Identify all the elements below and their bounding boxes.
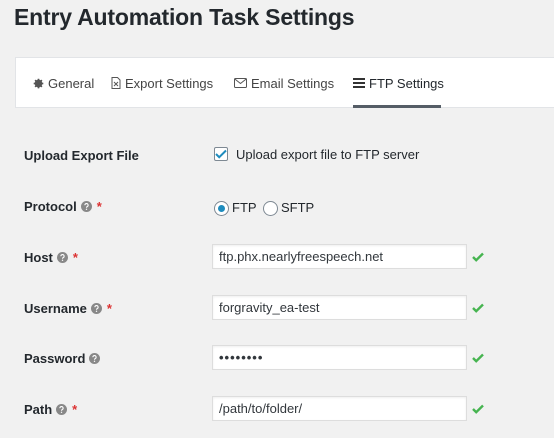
tab-ftp-settings[interactable]: FTP Settings (353, 58, 444, 108)
username-label: Username * (24, 299, 112, 317)
password-label-text: Password (24, 350, 86, 366)
document-icon (111, 77, 121, 89)
tab-general[interactable]: General (33, 58, 94, 108)
valid-checkmark-icon (472, 404, 484, 414)
tab-general-label: General (48, 75, 95, 91)
tab-ftp-settings-label: FTP Settings (369, 75, 444, 91)
valid-checkmark-icon (472, 252, 484, 262)
help-icon[interactable] (56, 403, 68, 415)
gear-icon (33, 78, 44, 89)
settings-tabs: General Export Settings Email Settings F… (15, 57, 554, 108)
tab-email-settings[interactable]: Email Settings (234, 58, 334, 108)
username-input[interactable] (212, 295, 467, 320)
required-asterisk: * (72, 249, 78, 265)
protocol-ftp-radio[interactable] (214, 201, 229, 216)
password-label: Password (24, 349, 101, 367)
upload-export-file-checkbox[interactable] (214, 147, 228, 161)
radio-selected-dot (218, 205, 225, 212)
protocol-label: Protocol * (24, 197, 102, 215)
protocol-ftp-label[interactable]: FTP (232, 200, 257, 215)
tab-export-settings-label: Export Settings (125, 75, 214, 91)
path-label: Path * (24, 400, 77, 418)
server-icon (353, 78, 365, 88)
valid-checkmark-icon (472, 353, 484, 363)
upload-export-file-checkbox-label[interactable]: Upload export file to FTP server (236, 147, 419, 162)
required-asterisk: * (96, 198, 102, 214)
help-icon[interactable] (89, 352, 101, 364)
host-input[interactable] (212, 244, 467, 269)
tab-export-settings[interactable]: Export Settings (111, 58, 213, 108)
tab-email-settings-label: Email Settings (251, 75, 335, 91)
upload-export-file-label: Upload Export File (24, 146, 139, 164)
protocol-sftp-label[interactable]: SFTP (281, 200, 314, 215)
required-asterisk: * (72, 401, 78, 417)
path-label-text: Path (24, 401, 53, 417)
host-label: Host * (24, 248, 78, 266)
upload-export-file-label-text: Upload Export File (24, 147, 139, 163)
path-input[interactable] (212, 396, 467, 421)
protocol-label-text: Protocol (24, 198, 77, 214)
host-label-text: Host (24, 249, 53, 265)
envelope-icon (234, 78, 247, 88)
help-icon[interactable] (80, 200, 92, 212)
help-icon[interactable] (56, 251, 68, 263)
protocol-sftp-radio[interactable] (263, 201, 278, 216)
valid-checkmark-icon (472, 303, 484, 313)
required-asterisk: * (106, 300, 112, 316)
checkmark-icon (215, 149, 227, 159)
page-title: Entry Automation Task Settings (14, 4, 355, 30)
help-icon[interactable] (90, 302, 102, 314)
username-label-text: Username (24, 300, 87, 316)
password-input[interactable] (212, 345, 467, 370)
